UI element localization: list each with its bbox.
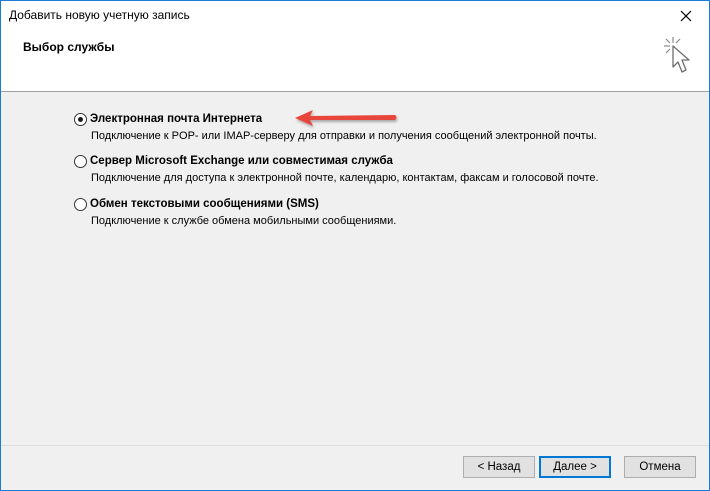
option-label[interactable]: Сервер Microsoft Exchange или совместима… — [90, 155, 393, 167]
button-bar: < Назад Далее > Отмена — [1, 446, 709, 490]
option-label[interactable]: Электронная почта Интернета — [90, 113, 262, 125]
close-icon — [680, 10, 692, 22]
title-bar[interactable]: Добавить новую учетную запись — [1, 1, 709, 31]
annotation-arrow-icon — [295, 110, 397, 126]
window-title: Добавить новую учетную запись — [9, 8, 190, 22]
next-button[interactable]: Далее > — [539, 456, 611, 478]
radio-selected-dot — [78, 116, 83, 122]
radio-exchange[interactable] — [74, 154, 87, 168]
header-panel: Выбор службы — [1, 31, 709, 91]
option-sms[interactable]: Обмен текстовыми сообщениями (SMS) Подкл… — [74, 196, 396, 227]
radio-sms[interactable] — [74, 197, 87, 211]
option-description: Подключение для доступа к электронной по… — [91, 172, 599, 184]
page-title: Выбор службы — [23, 40, 115, 54]
dialog-window: Добавить новую учетную запись Выбор служ… — [0, 0, 710, 491]
option-label[interactable]: Обмен текстовыми сообщениями (SMS) — [90, 198, 319, 210]
back-button[interactable]: < Назад — [463, 456, 535, 478]
option-description: Подключение к службе обмена мобильными с… — [91, 215, 397, 227]
cancel-button[interactable]: Отмена — [624, 456, 696, 478]
option-exchange[interactable]: Сервер Microsoft Exchange или совместима… — [74, 153, 599, 184]
service-options-panel: Электронная почта Интернета Подключение … — [1, 92, 709, 445]
radio-internet-email[interactable] — [74, 112, 87, 126]
option-description: Подключение к POP- или IMAP-серверу для … — [91, 130, 597, 142]
close-button[interactable] — [663, 1, 709, 31]
wizard-cursor-icon — [664, 37, 690, 73]
